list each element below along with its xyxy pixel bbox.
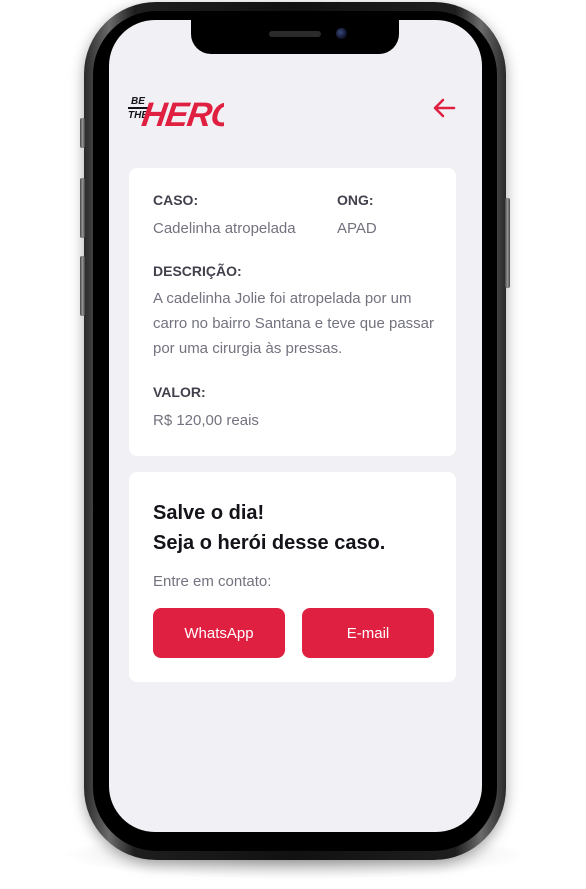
- power-button: [505, 198, 510, 288]
- contact-subtitle: Entre em contato:: [153, 573, 272, 590]
- headline-line-2: Seja o herói desse caso.: [153, 532, 386, 554]
- description-label: DESCRIÇÃO:: [153, 263, 242, 279]
- svg-text:HERO: HERO: [140, 96, 224, 130]
- value-amount: R$ 120,00 reais: [153, 412, 259, 429]
- headline-line-1: Salve o dia!: [153, 502, 265, 524]
- arrow-left-icon[interactable]: [432, 98, 456, 118]
- ong-label: ONG:: [337, 192, 374, 208]
- contact-card: Salve o dia! Seja o herói desse caso. En…: [129, 472, 456, 682]
- front-camera: [336, 28, 347, 39]
- case-label: CASO:: [153, 192, 199, 208]
- volume-up-button: [80, 178, 85, 238]
- email-button[interactable]: E-mail: [302, 608, 434, 658]
- whatsapp-button[interactable]: WhatsApp: [153, 608, 285, 658]
- notch: [191, 20, 399, 54]
- value-label: VALOR:: [153, 384, 206, 400]
- phone-screen: BE THE HERO CASO: Cadelinha atropelada O…: [109, 20, 482, 832]
- incident-card: CASO: Cadelinha atropelada ONG: APAD DES…: [129, 168, 456, 456]
- be-the-hero-logo: BE THE HERO: [128, 96, 224, 130]
- description-value: A cadelinha Jolie foi atropelada por um …: [153, 290, 435, 357]
- case-value: Cadelinha atropelada: [153, 220, 296, 237]
- contact-headline: Salve o dia! Seja o herói desse caso.: [153, 498, 385, 558]
- mute-switch: [80, 118, 85, 148]
- ong-value: APAD: [337, 220, 377, 237]
- speaker-grille: [269, 31, 321, 37]
- volume-down-button: [80, 256, 85, 316]
